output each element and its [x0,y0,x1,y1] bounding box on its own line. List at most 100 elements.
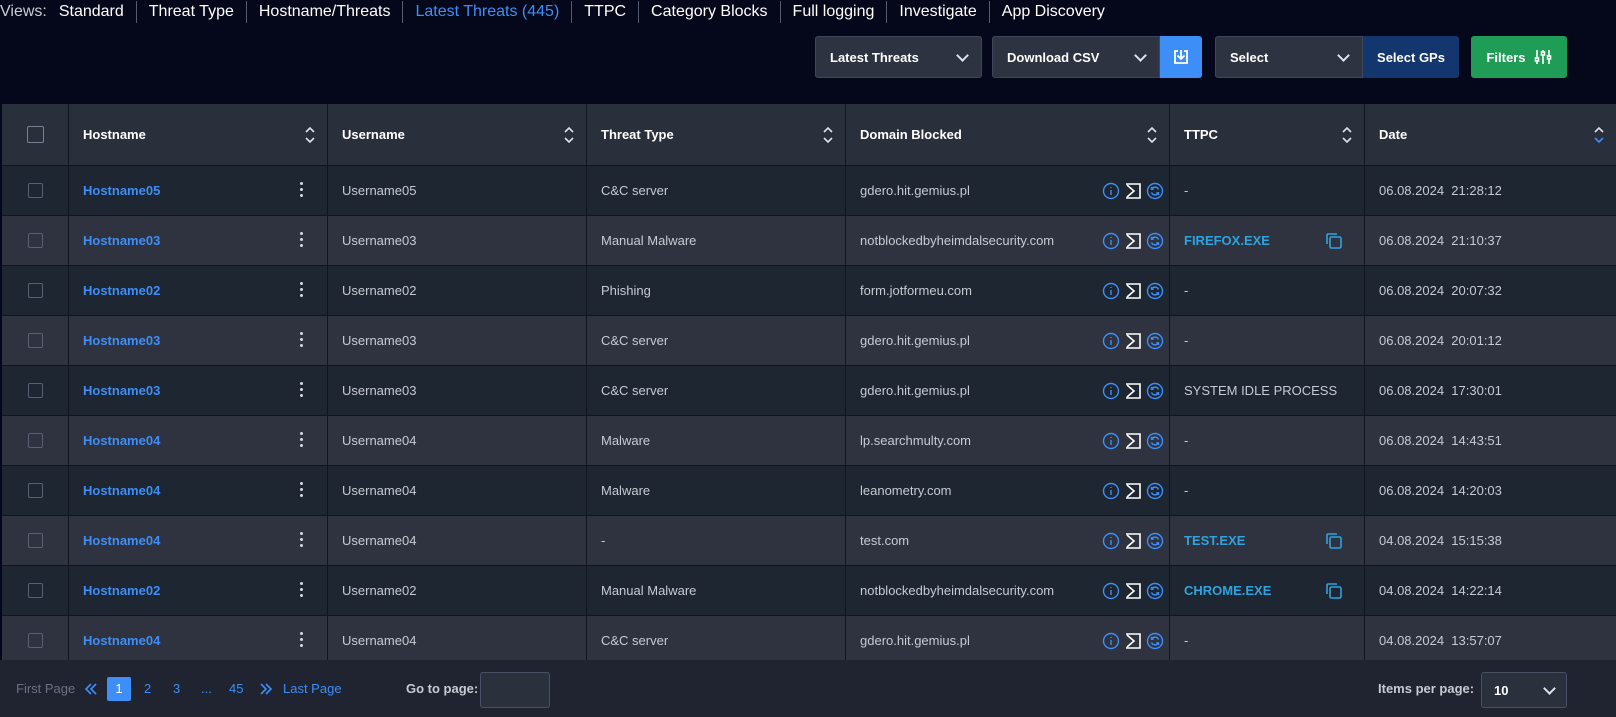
info-icon[interactable] [1101,632,1121,650]
hostname-link[interactable]: Hostname04 [83,633,160,648]
select-gps-button[interactable]: Select GPs [1363,36,1459,78]
view-tab-latest-threats[interactable]: Latest Threats (445) [403,1,573,23]
more-options-icon[interactable] [299,431,303,450]
last-page-link[interactable]: Last Page [283,681,342,696]
terminal-icon[interactable] [1123,232,1143,250]
terminal-icon[interactable] [1123,432,1143,450]
row-checkbox[interactable] [27,483,43,498]
refresh-icon[interactable] [1145,482,1165,500]
ttpc-process-link[interactable]: FIREFOX.EXE [1184,233,1270,248]
view-tab-hostname-threats[interactable]: Hostname/Threats [247,1,404,23]
more-options-icon[interactable] [299,531,303,550]
info-icon[interactable] [1101,432,1121,450]
more-options-icon[interactable] [299,181,303,200]
view-tab-category-blocks[interactable]: Category Blocks [639,1,781,23]
more-options-icon[interactable] [299,581,303,600]
more-options-icon[interactable] [299,331,303,350]
refresh-icon[interactable] [1145,432,1165,450]
info-icon[interactable] [1101,382,1121,400]
terminal-icon[interactable] [1123,582,1143,600]
header-date[interactable]: Date [1365,104,1616,165]
view-tab-investigate[interactable]: Investigate [887,1,990,23]
hostname-link[interactable]: Hostname02 [83,583,160,598]
header-hostname[interactable]: Hostname [69,104,328,165]
more-options-icon[interactable] [299,381,303,400]
terminal-icon[interactable] [1123,532,1143,550]
hostname-link[interactable]: Hostname05 [83,183,160,198]
hostname-link[interactable]: Hostname04 [83,433,160,448]
info-icon[interactable] [1101,532,1121,550]
gp-select[interactable]: Select [1215,36,1363,78]
sort-icon[interactable] [1147,126,1157,144]
terminal-icon[interactable] [1123,632,1143,650]
terminal-icon[interactable] [1123,282,1143,300]
refresh-icon[interactable] [1145,532,1165,550]
page-45-button[interactable]: 45 [229,681,243,696]
view-tab-app-discovery[interactable]: App Discovery [990,1,1117,23]
sort-icon[interactable] [564,126,574,144]
header-threat-type[interactable]: Threat Type [587,104,846,165]
hostname-link[interactable]: Hostname03 [83,233,160,248]
page-1-button[interactable]: 1 [107,676,131,701]
view-tab-threat-type[interactable]: Threat Type [137,1,247,23]
view-tab-full-logging[interactable]: Full logging [781,1,888,23]
sort-icon[interactable] [823,126,833,144]
terminal-icon[interactable] [1123,332,1143,350]
filters-button[interactable]: Filters [1471,36,1567,78]
hostname-link[interactable]: Hostname03 [83,383,160,398]
hostname-link[interactable]: Hostname03 [83,333,160,348]
refresh-icon[interactable] [1145,632,1165,650]
info-icon[interactable] [1101,232,1121,250]
terminal-icon[interactable] [1123,482,1143,500]
sort-desc-icon[interactable] [1594,126,1604,144]
sort-icon[interactable] [305,126,315,144]
refresh-icon[interactable] [1145,232,1165,250]
next-double-chevron-icon[interactable] [259,660,273,717]
row-checkbox[interactable] [27,583,43,598]
items-per-page-select[interactable]: 10 [1481,672,1567,708]
hostname-link[interactable]: Hostname04 [83,533,160,548]
download-select[interactable]: Download CSV [992,36,1160,78]
refresh-icon[interactable] [1145,332,1165,350]
row-checkbox[interactable] [27,183,43,198]
refresh-icon[interactable] [1145,582,1165,600]
header-domain-blocked[interactable]: Domain Blocked [846,104,1170,165]
row-checkbox[interactable] [27,333,43,348]
prev-double-chevron-icon[interactable] [84,660,98,717]
select-all-checkbox[interactable] [26,126,44,143]
view-tab-ttpc[interactable]: TTPC [572,1,640,23]
row-checkbox[interactable] [27,633,43,648]
download-button[interactable] [1160,36,1202,78]
copy-icon[interactable] [1324,531,1344,551]
row-checkbox[interactable] [27,433,43,448]
first-page-link[interactable]: First Page [16,660,75,717]
refresh-icon[interactable] [1145,282,1165,300]
header-username[interactable]: Username [328,104,587,165]
more-options-icon[interactable] [299,631,303,650]
page-2-button[interactable]: 2 [144,681,151,696]
sort-icon[interactable] [1342,126,1352,144]
info-icon[interactable] [1101,332,1121,350]
copy-icon[interactable] [1324,231,1344,251]
ttpc-process-link[interactable]: CHROME.EXE [1184,583,1271,598]
info-icon[interactable] [1101,182,1121,200]
copy-icon[interactable] [1324,581,1344,601]
row-checkbox[interactable] [27,283,43,298]
refresh-icon[interactable] [1145,182,1165,200]
report-type-select[interactable]: Latest Threats [815,36,982,78]
more-options-icon[interactable] [299,481,303,500]
info-icon[interactable] [1101,582,1121,600]
hostname-link[interactable]: Hostname04 [83,483,160,498]
terminal-icon[interactable] [1123,182,1143,200]
terminal-icon[interactable] [1123,382,1143,400]
view-tab-standard[interactable]: Standard [59,1,137,23]
header-ttpc[interactable]: TTPC [1170,104,1365,165]
refresh-icon[interactable] [1145,382,1165,400]
ttpc-process-link[interactable]: TEST.EXE [1184,533,1245,548]
row-checkbox[interactable] [27,533,43,548]
page-3-button[interactable]: 3 [173,681,180,696]
more-options-icon[interactable] [299,281,303,300]
row-checkbox[interactable] [27,383,43,398]
row-checkbox[interactable] [27,233,43,248]
info-icon[interactable] [1101,282,1121,300]
